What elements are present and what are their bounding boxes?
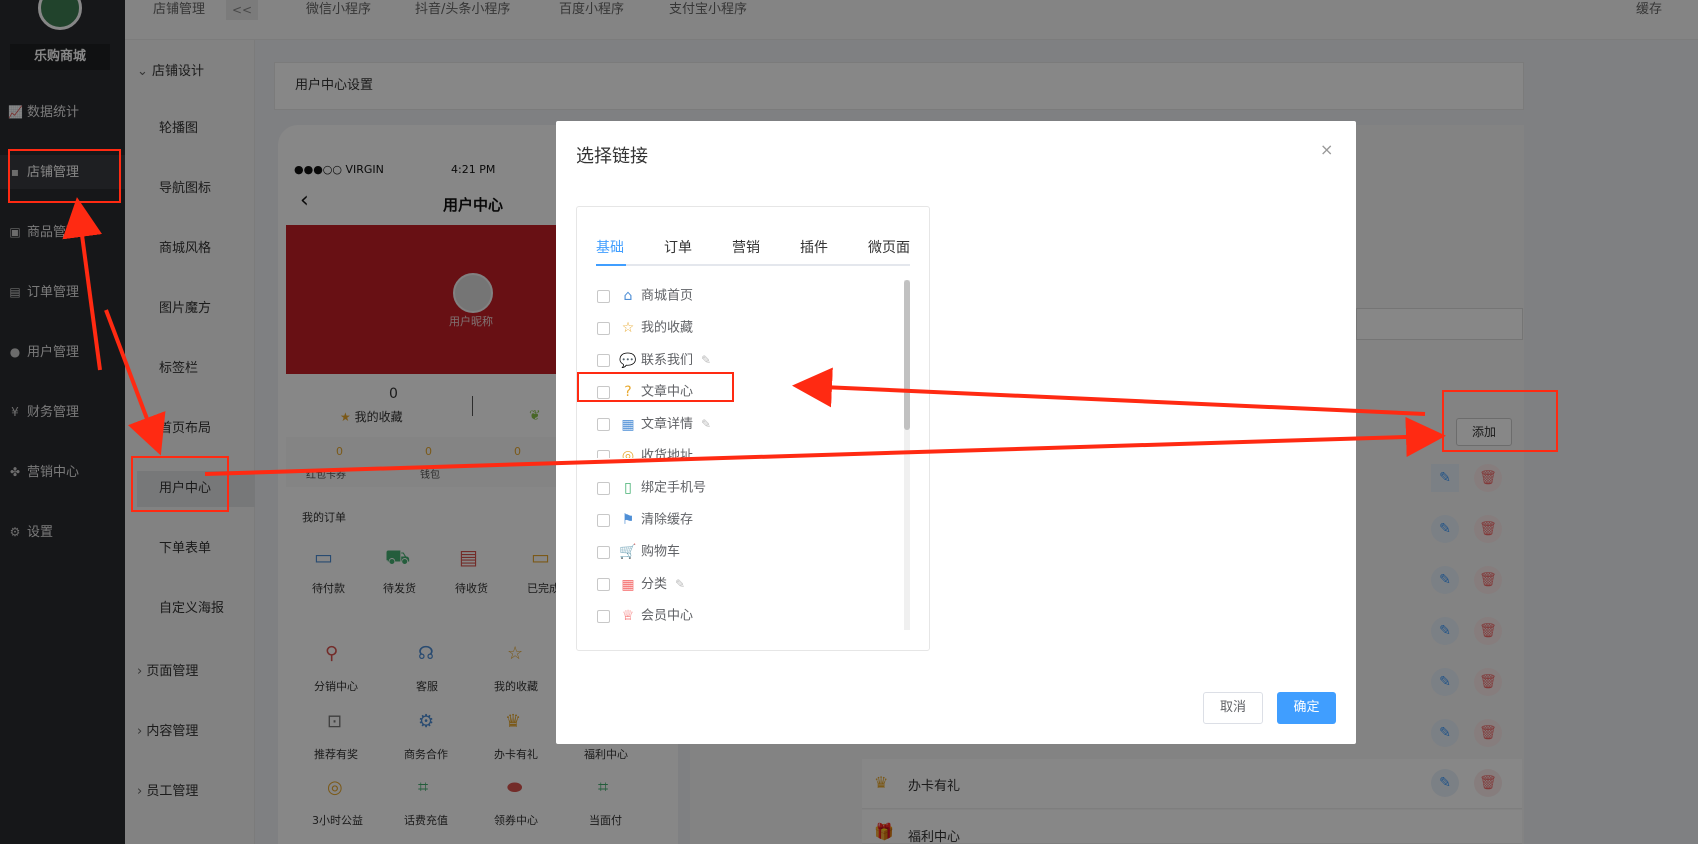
annotation-arrows bbox=[62, 197, 1446, 476]
arrow-to-add bbox=[204, 416, 1446, 476]
arrow-to-user-center bbox=[104, 309, 166, 456]
arrow-to-article-center bbox=[792, 367, 1426, 416]
arrow-to-store bbox=[62, 197, 103, 371]
